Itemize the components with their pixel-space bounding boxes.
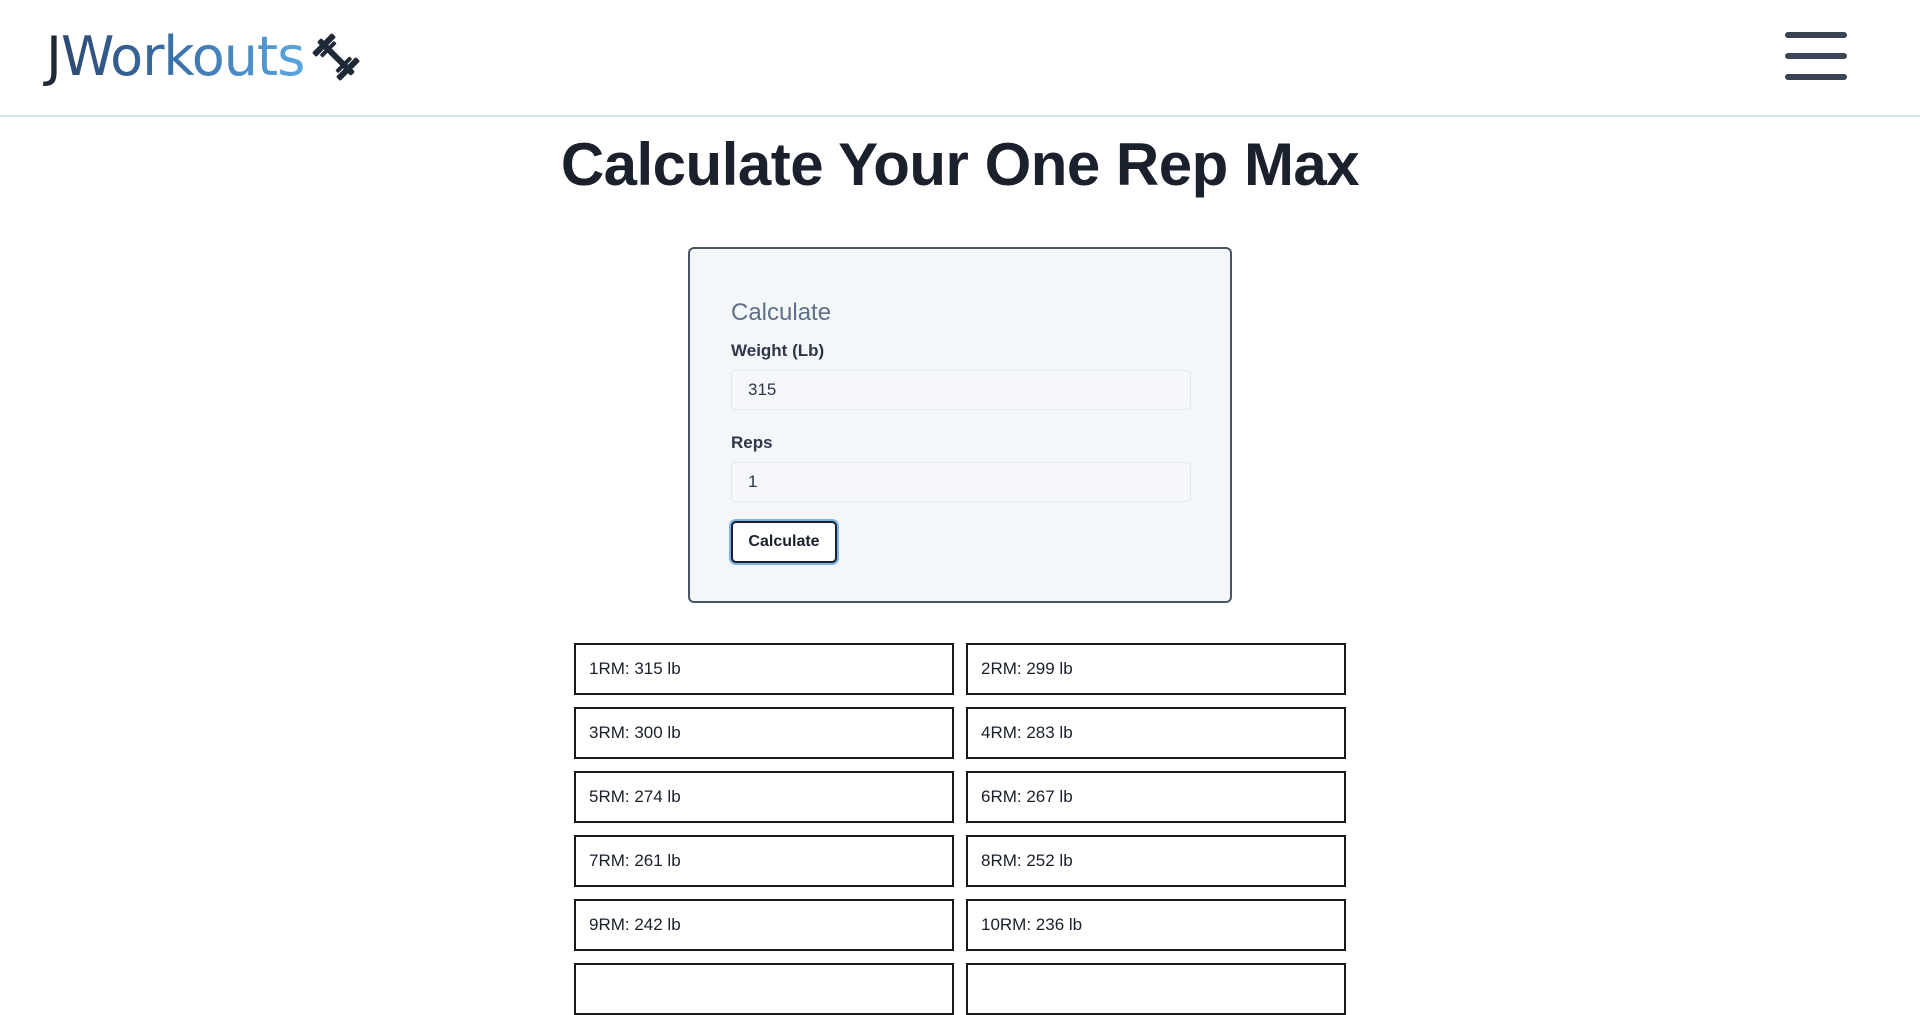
calculate-button[interactable]: Calculate [731,521,837,563]
result-4rm: 4RM: 283 lb [966,707,1346,759]
result-7rm: 7RM: 261 lb [574,835,954,887]
result-3rm: 3RM: 300 lb [574,707,954,759]
results-grid: 1RM: 315 lb 2RM: 299 lb 3RM: 300 lb 4RM:… [574,643,1346,1015]
reps-input[interactable] [731,462,1191,502]
navbar: J Workouts [0,0,1920,117]
result-2rm: 2RM: 299 lb [966,643,1346,695]
logo-workouts: Workouts [60,25,305,88]
hamburger-menu-icon[interactable] [1782,30,1850,82]
result-5rm: 5RM: 274 lb [574,771,954,823]
menu-bar [1785,74,1847,80]
page-title: Calculate Your One Rep Max [560,131,1360,198]
logo-j: J [46,25,62,88]
barbell-icon [312,33,360,81]
logo[interactable]: J Workouts [46,28,364,86]
calculator-card: Calculate Weight (Lb) Reps Calculate [688,247,1232,603]
weight-input[interactable] [731,370,1191,410]
result-8rm: 8RM: 252 lb [966,835,1346,887]
result-9rm: 9RM: 242 lb [574,899,954,951]
menu-bar [1785,53,1847,59]
weight-label: Weight (Lb) [731,341,825,360]
result-10rm: 10RM: 236 lb [966,899,1346,951]
result-6rm: 6RM: 267 lb [966,771,1346,823]
menu-bar [1785,32,1847,38]
result-12rm [966,963,1346,1015]
result-11rm [574,963,954,1015]
reps-label: Reps [731,433,773,452]
result-1rm: 1RM: 315 lb [574,643,954,695]
calculator-heading: Calculate [731,299,832,326]
